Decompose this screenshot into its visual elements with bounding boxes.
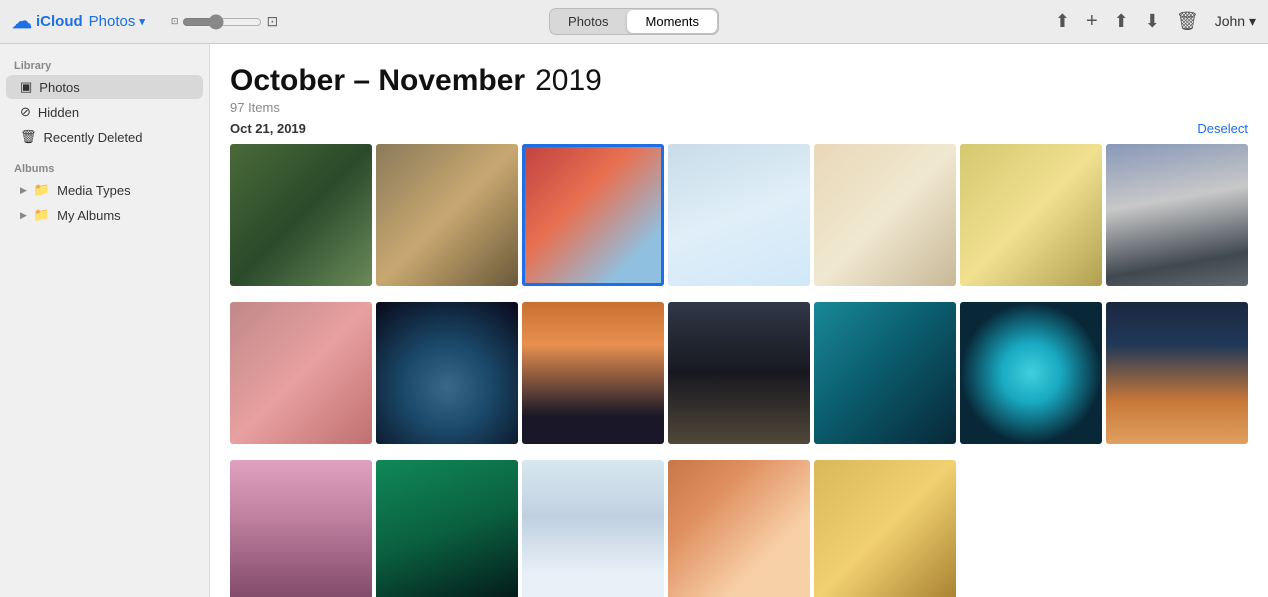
- moments-view-button[interactable]: Moments: [628, 10, 717, 33]
- empty-cell-2: [1106, 460, 1248, 597]
- zoom-large-icon: ⊡: [266, 13, 278, 30]
- expand-icon: ▶: [20, 185, 27, 196]
- recently-deleted-icon: 🗑: [20, 129, 37, 145]
- section-date-oct21: Oct 21, 2019: [230, 121, 306, 136]
- sidebar: Library ▣ Photos ⊘ Hidden 🗑 Recently Del…: [0, 44, 210, 597]
- photo-thumb[interactable]: [960, 144, 1102, 286]
- section-header-row: Oct 21, 2019 Deselect: [230, 121, 1248, 136]
- content-area: October – November 2019 97 Items Oct 21,…: [210, 44, 1268, 597]
- trash-icon[interactable]: 🗑: [1176, 11, 1199, 32]
- sidebar-recently-deleted-label: Recently Deleted: [44, 130, 143, 145]
- page-title-main: October – November: [230, 64, 525, 98]
- dropdown-icon[interactable]: ▾: [139, 15, 145, 28]
- photo-thumb[interactable]: [1106, 302, 1248, 444]
- hidden-icon: ⊘: [20, 104, 31, 120]
- sidebar-photos-label: Photos: [39, 80, 79, 95]
- page-title-row: October – November 2019: [230, 64, 1248, 98]
- toolbar-right: ⬆︎ + ⬆ ⬇ 🗑 John ▾: [1055, 10, 1256, 33]
- content-header: October – November 2019 97 Items: [230, 64, 1248, 115]
- photo-thumb[interactable]: [668, 302, 810, 444]
- photo-thumb-selected[interactable]: [522, 144, 664, 286]
- sidebar-item-recently-deleted[interactable]: 🗑 Recently Deleted: [6, 125, 203, 149]
- zoom-slider[interactable]: [182, 14, 262, 30]
- photo-thumb[interactable]: [960, 302, 1102, 444]
- share-icon[interactable]: ⬆: [1114, 11, 1129, 32]
- download-icon[interactable]: ⬇: [1145, 11, 1160, 32]
- sidebar-my-albums-label: My Albums: [57, 208, 121, 223]
- photo-thumb[interactable]: [230, 460, 372, 597]
- add-icon[interactable]: +: [1086, 10, 1098, 33]
- photo-thumb[interactable]: [376, 302, 518, 444]
- sidebar-media-types-label: Media Types: [57, 183, 130, 198]
- photo-thumb[interactable]: [230, 144, 372, 286]
- photo-thumb[interactable]: [1106, 144, 1248, 286]
- folder-icon-2: 📁: [34, 207, 50, 223]
- library-section-label: Library: [0, 54, 209, 74]
- icloud-label: iCloud: [36, 13, 83, 30]
- items-count: 97 Items: [230, 100, 1248, 115]
- view-toggle: Photos Moments: [549, 8, 719, 35]
- zoom-small-icon: ⊡: [171, 16, 179, 27]
- photo-grid-row3: [230, 460, 1248, 597]
- photo-thumb[interactable]: [376, 144, 518, 286]
- expand-icon-2: ▶: [20, 210, 27, 221]
- sidebar-hidden-label: Hidden: [38, 105, 79, 120]
- deselect-button[interactable]: Deselect: [1197, 121, 1248, 136]
- sidebar-item-photos[interactable]: ▣ Photos: [6, 75, 203, 99]
- photo-grid-row2: [230, 302, 1248, 444]
- photos-icon: ▣: [20, 79, 32, 95]
- sidebar-item-my-albums[interactable]: ▶ 📁 My Albums: [6, 203, 203, 227]
- topbar: ☁ iCloud Photos ▾ ⊡ ⊡ Photos Moments ⬆︎ …: [0, 0, 1268, 44]
- photo-thumb[interactable]: [668, 460, 810, 597]
- user-menu[interactable]: John ▾: [1215, 13, 1256, 30]
- photo-thumb[interactable]: [376, 460, 518, 597]
- page-title-year: 2019: [535, 64, 602, 98]
- photo-thumb[interactable]: [522, 302, 664, 444]
- photo-thumb[interactable]: [814, 302, 956, 444]
- photo-grid-row1: [230, 144, 1248, 286]
- sidebar-item-media-types[interactable]: ▶ 📁 Media Types: [6, 178, 203, 202]
- photos-app-label: Photos: [89, 13, 136, 30]
- photo-thumb[interactable]: [522, 460, 664, 597]
- empty-cell: [960, 460, 1102, 597]
- photo-thumb[interactable]: [814, 460, 956, 597]
- photo-thumb[interactable]: [230, 302, 372, 444]
- upload-cloud-icon[interactable]: ⬆︎: [1055, 11, 1070, 32]
- sidebar-item-hidden[interactable]: ⊘ Hidden: [6, 100, 203, 124]
- photo-thumb[interactable]: [668, 144, 810, 286]
- photos-view-button[interactable]: Photos: [550, 9, 626, 34]
- albums-section-label: Albums: [0, 157, 209, 177]
- photo-thumb[interactable]: [814, 144, 956, 286]
- zoom-control: ⊡ ⊡: [171, 13, 278, 30]
- folder-icon: 📁: [34, 182, 50, 198]
- icloud-cloud-icon: ☁: [12, 9, 32, 34]
- main-layout: Library ▣ Photos ⊘ Hidden 🗑 Recently Del…: [0, 44, 1268, 597]
- icloud-logo[interactable]: ☁ iCloud Photos ▾: [12, 9, 145, 34]
